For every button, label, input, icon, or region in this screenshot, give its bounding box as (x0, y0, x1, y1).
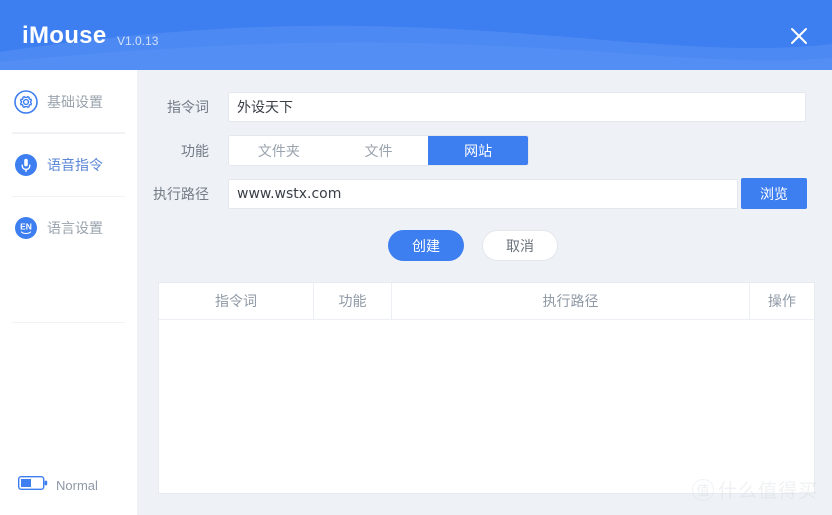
sidebar-item-voice-command[interactable]: 语音指令 (0, 133, 137, 196)
sidebar-item-language-settings[interactable]: EN 语言设置 (0, 196, 137, 259)
cancel-button[interactable]: 取消 (482, 230, 558, 261)
app-version: V1.0.13 (117, 34, 159, 48)
command-word-label: 指令词 (167, 100, 209, 116)
function-row: 功能 文件夹 文件 网站 (137, 135, 529, 166)
segment-file[interactable]: 文件 (329, 136, 429, 165)
table-header-row: 指令词 功能 执行路径 操作 (159, 283, 814, 320)
commands-table: 指令词 功能 执行路径 操作 (158, 282, 815, 494)
column-header-operation: 操作 (768, 294, 796, 310)
svg-text:EN: EN (20, 221, 32, 231)
sidebar-item-basic-settings[interactable]: 基础设置 (0, 70, 137, 133)
close-icon[interactable] (782, 19, 816, 53)
status-label: Normal (56, 478, 98, 493)
function-segmented-control[interactable]: 文件夹 文件 网站 (228, 135, 529, 166)
app-title: iMouse (22, 22, 107, 49)
command-word-row: 指令词 外设天下 (137, 92, 806, 122)
sidebar-divider (12, 322, 125, 323)
sidebar-item-label: 语音指令 (47, 157, 103, 174)
segment-folder[interactable]: 文件夹 (229, 136, 329, 165)
column-header-exec-path: 执行路径 (392, 283, 750, 319)
form-actions: 创建 取消 (137, 230, 809, 261)
column-header-command-word: 指令词 (159, 283, 314, 319)
sidebar: 基础设置 语音指令 EN 语言设置 Normal (0, 70, 137, 515)
command-word-input[interactable]: 外设天下 (228, 92, 806, 122)
main-content: 指令词 外设天下 功能 文件夹 文件 网站 执行路径 www.wstx.com … (137, 70, 832, 515)
table-body (159, 320, 814, 493)
column-header-function: 功能 (314, 283, 392, 319)
en-language-icon: EN (14, 216, 38, 240)
status-indicator: Normal (17, 475, 98, 495)
segment-website[interactable]: 网站 (428, 136, 528, 165)
exec-path-input[interactable]: www.wstx.com (228, 178, 738, 209)
browse-button[interactable]: 浏览 (741, 178, 807, 209)
microphone-icon (14, 153, 38, 177)
create-button[interactable]: 创建 (388, 230, 464, 261)
exec-path-row: 执行路径 www.wstx.com 浏览 (137, 178, 807, 209)
sidebar-item-label: 语言设置 (47, 220, 103, 237)
function-label: 功能 (181, 143, 209, 160)
sidebar-item-label: 基础设置 (47, 94, 103, 111)
exec-path-label: 执行路径 (153, 186, 209, 203)
imouse-window: iMouse V1.0.13 基础设置 语音指令 EN 语言设置 Normal … (0, 0, 832, 515)
gear-icon (14, 89, 38, 114)
battery-icon (17, 475, 48, 495)
title-bar: iMouse V1.0.13 (0, 0, 832, 70)
